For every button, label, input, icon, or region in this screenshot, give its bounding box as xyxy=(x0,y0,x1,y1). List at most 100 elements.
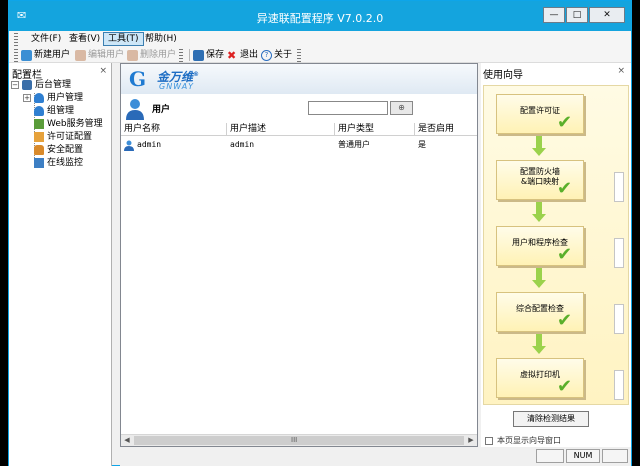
save-button[interactable]: 保存 xyxy=(193,48,224,62)
exit-button[interactable]: ✖ 退出 xyxy=(227,48,258,62)
tree-node-security-label: 安全配置 xyxy=(47,145,84,155)
cell-description: admin xyxy=(230,140,255,149)
num-lock-indicator: NUM xyxy=(566,449,600,463)
horizontal-scrollbar[interactable]: ◀ III ▶ xyxy=(121,434,477,446)
edit-user-icon xyxy=(75,49,86,61)
new-user-icon xyxy=(21,49,32,61)
help-icon: ? xyxy=(261,49,272,61)
collapse-icon[interactable]: − xyxy=(11,81,19,89)
license-icon xyxy=(34,132,44,142)
tree-node-license[interactable]: 许可证配置 xyxy=(34,131,92,143)
save-label: 保存 xyxy=(206,50,225,60)
tree-node-security[interactable]: 安全配置 xyxy=(34,144,83,156)
step-side-tab xyxy=(614,304,624,334)
tree-node-user-mgmt[interactable]: + 用户管理 xyxy=(23,92,83,104)
monitor-icon xyxy=(34,158,44,168)
group-icon xyxy=(34,106,44,116)
tree-node-root[interactable]: − 后台管理 xyxy=(11,79,71,91)
guide-panel-close-icon[interactable]: × xyxy=(617,66,625,76)
menu-bar: 文件(F) 查看(V) 工具(T) 帮助(H) xyxy=(9,31,631,47)
column-header-enabled[interactable]: 是否启用 xyxy=(415,123,477,135)
new-user-button[interactable]: 新建用户 xyxy=(21,48,70,62)
status-cell-scroll xyxy=(602,449,628,463)
scroll-right-icon[interactable]: ▶ xyxy=(465,435,477,446)
app-window: ✉ 异速联配置程序 V7.0.2.0 — □ ✕ 文件(F) 查看(V) 工具(… xyxy=(8,0,632,466)
scroll-left-icon[interactable]: ◀ xyxy=(121,435,133,446)
minimize-button[interactable]: — xyxy=(543,7,565,23)
tree-node-group-mgmt[interactable]: 组管理 xyxy=(34,105,74,117)
search-input[interactable] xyxy=(308,101,388,115)
flow-arrow-icon xyxy=(532,346,546,354)
exit-icon: ✖ xyxy=(227,48,237,62)
column-header-description[interactable]: 用户描述 xyxy=(227,123,335,135)
menu-view[interactable]: 查看(V) xyxy=(65,32,104,46)
show-guide-checkbox-label: 本页显示向导窗口 xyxy=(497,436,561,445)
new-user-label: 新建用户 xyxy=(34,50,71,60)
lock-icon xyxy=(34,145,44,155)
server-icon xyxy=(22,80,32,90)
flow-arrow-icon xyxy=(532,148,546,156)
tree-node-license-label: 许可证配置 xyxy=(47,132,93,142)
delete-user-icon xyxy=(127,49,138,61)
flow-connector xyxy=(536,136,542,148)
table-header: 用户名称 用户描述 用户类型 是否启用 xyxy=(121,123,477,136)
close-button[interactable]: ✕ xyxy=(589,7,625,23)
status-bar: NUM xyxy=(120,447,631,466)
about-label: 关于 xyxy=(274,50,293,60)
toolbar-grip-2[interactable] xyxy=(179,49,183,62)
edit-user-button[interactable]: 编辑用户 xyxy=(75,48,124,62)
toolbar-grip-3[interactable] xyxy=(297,49,301,62)
tree-node-online-monitor-label: 在线监控 xyxy=(47,158,84,168)
toolbar: 新建用户 编辑用户 删除用户 保存 ✖ 退出 ? 关于 xyxy=(9,47,631,63)
step-side-tab xyxy=(614,370,624,400)
check-icon: ✔ xyxy=(557,178,573,199)
delete-user-button[interactable]: 删除用户 xyxy=(127,48,176,62)
scrollbar-thumb[interactable] xyxy=(134,436,464,445)
brand-english-name: GNWAY xyxy=(159,82,195,91)
show-guide-checkbox[interactable]: 本页显示向导窗口 xyxy=(485,435,561,446)
clear-results-button[interactable]: 清除检测结果 xyxy=(513,411,589,427)
menu-help[interactable]: 帮助(H) xyxy=(141,32,181,46)
search-icon: ⊕ xyxy=(398,103,405,112)
checkbox-box[interactable] xyxy=(485,436,493,445)
cell-type: 普通用户 xyxy=(338,140,370,149)
menu-file[interactable]: 文件(F) xyxy=(27,32,65,46)
window-title: 异速联配置程序 V7.0.2.0 xyxy=(256,12,384,25)
maximize-button[interactable]: □ xyxy=(566,7,588,23)
about-button[interactable]: ? 关于 xyxy=(261,48,292,62)
step-config-check[interactable]: 综合配置检查 ✔ xyxy=(496,292,584,332)
brand-logo-icon: G xyxy=(129,67,147,91)
tree-node-web-service[interactable]: Web服务管理 xyxy=(34,118,103,130)
config-panel-close-icon[interactable]: × xyxy=(99,66,107,76)
toolbar-grip[interactable] xyxy=(14,49,18,62)
column-header-name[interactable]: 用户名称 xyxy=(121,123,227,135)
check-icon: ✔ xyxy=(557,376,573,397)
step-firewall[interactable]: 配置防火墙 &端口映射 ✔ xyxy=(496,160,584,200)
step-side-tab xyxy=(614,238,624,268)
title-bar: ✉ 异速联配置程序 V7.0.2.0 — □ ✕ xyxy=(9,1,631,31)
table-row[interactable]: admin admin 普通用户 是 xyxy=(121,138,477,152)
tree-node-online-monitor[interactable]: 在线监控 xyxy=(34,157,83,169)
column-header-type[interactable]: 用户类型 xyxy=(335,123,415,135)
menu-tools[interactable]: 工具(T) xyxy=(103,32,144,46)
flow-arrow-icon xyxy=(532,280,546,288)
tree-node-web-service-label: Web服务管理 xyxy=(47,119,103,129)
delete-user-label: 删除用户 xyxy=(140,50,177,60)
step-user-program-check[interactable]: 用户和程序检查 ✔ xyxy=(496,226,584,266)
window-controls: — □ ✕ xyxy=(542,7,625,23)
brand-banner: G 金万维® GNWAY xyxy=(121,64,477,94)
check-icon: ✔ xyxy=(557,244,573,265)
menu-grip[interactable] xyxy=(14,33,18,46)
search-button[interactable]: ⊕ xyxy=(390,101,413,115)
step-license[interactable]: 配置许可证 ✔ xyxy=(496,94,584,134)
step-virtual-printer[interactable]: 虚拟打印机 ✔ xyxy=(496,358,584,398)
user-list-panel: G 金万维® GNWAY 用户 ⊕ 用户名称 用户描述 用户类型 是否启用 ad… xyxy=(120,63,478,447)
section-label: 用户 xyxy=(152,105,171,115)
flow-connector xyxy=(536,334,542,346)
users-icon xyxy=(34,93,44,103)
user-section-header: 用户 ⊕ xyxy=(125,96,475,122)
flow-connector xyxy=(536,202,542,214)
guide-flow: 配置许可证 ✔ 配置防火墙 &端口映射 ✔ 用户和程序检查 ✔ 综合配置检查 ✔ xyxy=(483,85,629,405)
expand-icon[interactable]: + xyxy=(23,94,31,102)
guide-panel-title: 使用向导 xyxy=(483,70,523,81)
